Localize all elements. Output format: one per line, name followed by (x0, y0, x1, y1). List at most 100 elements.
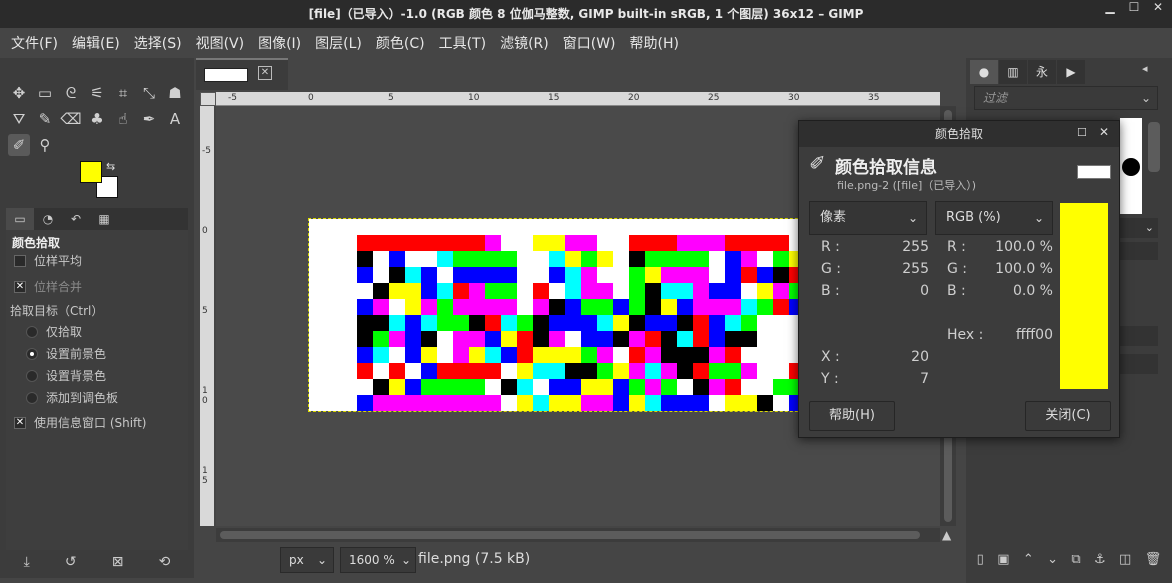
help-button[interactable]: 帮助(H) (809, 401, 895, 431)
menu-item[interactable]: 图层(L) (308, 33, 369, 53)
layer-mode-field[interactable] (1120, 326, 1158, 346)
ruler-corner[interactable] (200, 92, 216, 106)
radio-pick-only[interactable]: 仅拾取 (26, 323, 82, 340)
pixel (405, 235, 421, 251)
pixel (357, 347, 373, 363)
paintbrush-icon[interactable]: ✎ (34, 108, 56, 130)
fuzzy-select-icon[interactable]: ⚟ (86, 82, 108, 104)
menu-item[interactable]: 选择(S) (127, 33, 189, 53)
left-mode-select[interactable]: 像素 ⌄ (809, 201, 927, 235)
move-tool-icon[interactable]: ✥ (8, 82, 30, 104)
image-tab[interactable]: ✕ (196, 58, 288, 90)
close-window-icon[interactable]: ✕ (1146, 0, 1170, 28)
pixel (661, 347, 677, 363)
radio-icon[interactable] (26, 369, 38, 382)
horizontal-scrollbar[interactable] (216, 528, 940, 542)
bucket-fill-icon[interactable]: ⛛ (8, 108, 30, 130)
tab-images-icon[interactable]: ▦ (90, 208, 118, 230)
pixel (741, 267, 757, 283)
tab-brushes-icon[interactable]: ● (970, 60, 998, 84)
paths-icon[interactable]: ✒ (138, 108, 160, 130)
menu-item[interactable]: 工具(T) (432, 33, 493, 53)
eraser-icon[interactable]: ⌫ (60, 108, 82, 130)
ruler-top[interactable]: -5 0 5 10 15 20 25 30 35 (216, 92, 940, 106)
brush-filter-input[interactable]: 过滤 ⌄ (974, 86, 1158, 110)
anchor-layer-icon[interactable]: ⚓ (1094, 552, 1106, 576)
navigate-icon[interactable]: ▲ (942, 528, 956, 542)
maximize-icon[interactable]: ☐ (1122, 0, 1146, 28)
menu-item[interactable]: 视图(V) (189, 33, 252, 53)
menu-item[interactable]: 帮助(H) (623, 33, 686, 53)
delete-options-icon[interactable]: ⊠ (112, 554, 124, 570)
tab-patterns-icon[interactable]: ▥ (999, 60, 1027, 84)
tab-device-status-icon[interactable]: ◔ (34, 208, 62, 230)
menu-item[interactable]: 窗口(W) (556, 33, 623, 53)
sample-merged-checkbox[interactable]: ✕ (14, 280, 26, 293)
zoom-select[interactable]: 1600 % ⌄ (340, 547, 416, 573)
text-tool-icon[interactable]: A (164, 108, 186, 130)
pixel (565, 267, 581, 283)
use-info-row[interactable]: ✕ 使用信息窗口 (Shift) (14, 414, 146, 431)
menu-item[interactable]: 文件(F) (4, 33, 65, 53)
crop-icon[interactable]: ⌗ (112, 82, 134, 104)
scroll-thumb[interactable] (1148, 122, 1160, 172)
radio-set-fg[interactable]: 设置前景色 (26, 345, 106, 362)
tab-undo-icon[interactable]: ↶ (62, 208, 90, 230)
new-group-icon[interactable]: ▣ (997, 552, 1009, 576)
close-button[interactable]: 关闭(C) (1025, 401, 1111, 431)
pixel (661, 283, 677, 299)
brush-spacing-field[interactable]: ⌄ (1120, 218, 1158, 238)
radio-icon[interactable] (26, 325, 38, 338)
duplicate-layer-icon[interactable]: ⧉ (1071, 552, 1080, 576)
menu-item[interactable]: 图像(I) (251, 33, 308, 53)
radio-icon[interactable] (26, 347, 38, 360)
opacity-field[interactable] (1120, 354, 1158, 374)
configure-dock-icon[interactable]: ◂ (1142, 62, 1148, 75)
mask-layer-icon[interactable]: ◫ (1119, 552, 1131, 576)
reset-options-icon[interactable]: ⟲ (159, 554, 171, 570)
use-info-checkbox[interactable]: ✕ (14, 416, 26, 429)
radio-set-bg[interactable]: 设置背景色 (26, 367, 106, 384)
clone-icon[interactable]: ♣ (86, 108, 108, 130)
radio-icon[interactable] (26, 391, 38, 404)
tab-tool-options-icon[interactable]: ▭ (6, 208, 34, 230)
warp-icon[interactable]: ☗ (164, 82, 186, 104)
smudge-icon[interactable]: ☝ (112, 108, 134, 130)
close-tab-icon[interactable]: ✕ (258, 66, 272, 80)
ruler-left[interactable]: -5 0 5 1 0 1 5 (200, 106, 214, 526)
lower-layer-icon[interactable]: ⌄ (1047, 552, 1058, 576)
sample-merged-row[interactable]: ✕ 位样合并 (14, 278, 82, 295)
menu-item[interactable]: 颜色(C) (369, 33, 432, 53)
scroll-thumb[interactable] (220, 531, 920, 539)
unit-select[interactable]: px ⌄ (280, 547, 334, 573)
brush-size-field[interactable] (1120, 242, 1158, 260)
swap-colors-icon[interactable]: ⇆ (106, 160, 115, 173)
tab-document-icon[interactable]: ▶ (1057, 60, 1085, 84)
raise-layer-icon[interactable]: ⌃ (1023, 552, 1034, 576)
radio-add-palette[interactable]: 添加到调色板 (26, 389, 118, 406)
new-layer-icon[interactable]: ▯ (977, 552, 984, 576)
minimize-icon[interactable]: ▁ (1098, 0, 1122, 28)
foreground-color[interactable] (80, 161, 102, 183)
maximize-icon[interactable]: ☐ (1077, 126, 1087, 139)
save-options-icon[interactable]: ⤓ (24, 554, 30, 570)
label-x: X : (821, 349, 840, 365)
sample-average-row[interactable]: 位样平均 (14, 252, 82, 269)
restore-options-icon[interactable]: ↺ (65, 554, 77, 570)
image-canvas[interactable] (308, 218, 838, 412)
rect-select-icon[interactable]: ▭ (34, 82, 56, 104)
ruler-tick-label: 1 0 (202, 386, 208, 406)
transform-icon[interactable]: ⤡ (138, 82, 160, 104)
menu-item[interactable]: 编辑(E) (65, 33, 127, 53)
menu-item[interactable]: 滤镜(R) (493, 33, 556, 53)
right-mode-select[interactable]: RGB (%) ⌄ (935, 201, 1053, 235)
close-icon[interactable]: ✕ (1099, 125, 1109, 139)
lasso-icon[interactable]: ᘓ (60, 82, 82, 104)
zoom-icon[interactable]: ⚲ (34, 134, 56, 156)
pixel (421, 363, 437, 379)
sample-average-checkbox[interactable] (14, 254, 26, 267)
tab-fonts-icon[interactable]: 永 (1028, 60, 1056, 84)
dialog-titlebar[interactable]: 颜色拾取 (799, 121, 1119, 147)
delete-layer-icon[interactable]: 🗑 (1145, 552, 1162, 576)
color-picker-icon[interactable]: ✐ (8, 134, 30, 156)
